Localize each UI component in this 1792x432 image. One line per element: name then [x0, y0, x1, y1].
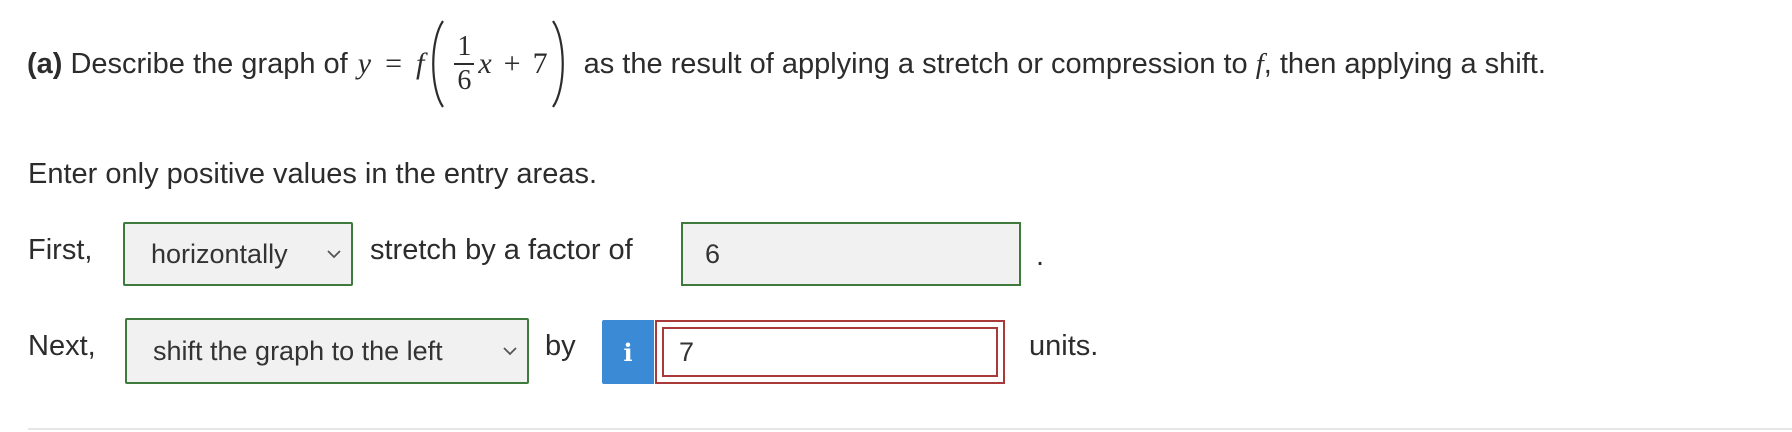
instruction-text: Enter only positive values in the entry …	[28, 158, 598, 190]
units-text: units.	[1029, 330, 1099, 362]
question-text-after: , then applying a shift.	[1263, 47, 1546, 80]
equation-func: f	[415, 47, 425, 80]
question-text-middle: as the result of applying a stretch or c…	[583, 47, 1248, 80]
shift-amount-input[interactable]: 7	[655, 320, 1005, 384]
by-text: by	[545, 330, 576, 362]
fraction-numerator: 1	[454, 33, 475, 65]
question-text-before: Describe the graph of	[70, 47, 348, 80]
info-icon[interactable]: i	[602, 320, 654, 384]
question-prompt: (a) Describe the graph of y = f 1 6 x + …	[27, 14, 1546, 114]
stretch-connector-text: stretch by a factor of	[370, 234, 633, 266]
direction-select[interactable]: horizontally	[123, 222, 353, 286]
shift-direction-select-value: shift the graph to the left	[153, 335, 443, 366]
fraction-denominator: 6	[457, 65, 472, 96]
equation: y = f 1 6 x + 7	[358, 18, 572, 110]
direction-select-value: horizontally	[151, 238, 288, 269]
divider	[28, 428, 1792, 430]
equation-plus: +	[503, 47, 521, 80]
chevron-down-icon	[503, 346, 517, 356]
part-label: (a)	[27, 47, 63, 80]
stretch-factor-input[interactable]: 6	[681, 222, 1021, 286]
right-paren	[551, 20, 564, 108]
period-text: .	[1036, 240, 1045, 272]
equation-equals: =	[385, 47, 402, 80]
equation-constant: 7	[532, 47, 548, 80]
fraction: 1 6	[454, 33, 475, 96]
equation-lhs: y	[357, 47, 372, 80]
left-paren	[432, 20, 445, 108]
first-label: First,	[28, 234, 93, 266]
shift-amount-value: 7	[679, 336, 695, 367]
stretch-factor-value: 6	[705, 238, 721, 269]
shift-direction-select[interactable]: shift the graph to the left	[125, 318, 529, 384]
next-label: Next,	[28, 330, 96, 362]
equation-variable: x	[478, 47, 492, 80]
chevron-down-icon	[327, 249, 341, 259]
func-ref: f	[1255, 47, 1264, 80]
